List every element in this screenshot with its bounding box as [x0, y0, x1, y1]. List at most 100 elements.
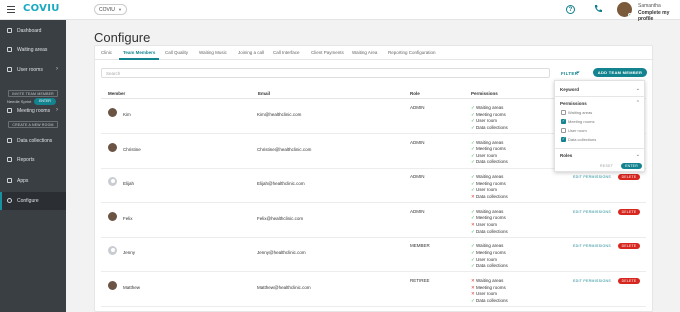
- permission-item: ✓User room: [471, 153, 497, 159]
- invite-team-member-button[interactable]: INVITE TEAM MEMBER: [8, 90, 58, 97]
- sidebar-item-dashboard[interactable]: Dashboard: [0, 24, 66, 38]
- user-avatar[interactable]: [617, 2, 632, 17]
- tab-call-quality[interactable]: Call Quality: [165, 50, 188, 55]
- filter-enter-button[interactable]: ENTER: [621, 163, 642, 169]
- tab-reporting-configuration[interactable]: Reporting Configuration: [388, 50, 436, 55]
- filter-permissions-label[interactable]: Permissions: [560, 101, 587, 106]
- chevron-right-icon: ›: [56, 107, 58, 113]
- delete-button[interactable]: DELETE: [618, 278, 640, 284]
- help-icon[interactable]: ?: [566, 5, 575, 14]
- permission-item: ✓User room: [471, 118, 497, 124]
- tab-joining-a-call[interactable]: Joining a call: [238, 50, 264, 55]
- app-logo[interactable]: COVIU: [23, 3, 60, 14]
- delete-button[interactable]: DELETE: [618, 174, 640, 181]
- chevron-down-icon[interactable]: ⌄: [636, 152, 640, 158]
- member-email: Christine@healthclinic.com: [257, 146, 312, 152]
- delete-button[interactable]: DELETE: [618, 243, 640, 250]
- filter-panel: Keyword ⌄ Permissions ⌃ Waiting areas Me…: [554, 80, 646, 172]
- member-name: Matthew: [123, 285, 141, 290]
- clinic-selector[interactable]: COVIU ▼: [94, 4, 127, 15]
- edit-permissions-link[interactable]: EDIT PERMISSIONS: [573, 244, 611, 248]
- permission-item: ✓Meeting rooms: [471, 112, 506, 118]
- sidebar-item-label: Configure: [17, 198, 39, 204]
- chevron-down-icon: ▼: [118, 7, 122, 12]
- permission-item: ✓Waiting areas: [471, 243, 503, 249]
- checkbox[interactable]: [561, 128, 566, 133]
- member-role: ADMIN: [410, 139, 425, 145]
- sidebar-item-label: Dashboard: [17, 28, 42, 34]
- permission-label: Data collections: [476, 193, 508, 199]
- filter-option-label: Meeting rooms: [568, 119, 595, 124]
- filter-reset-button[interactable]: RESET: [600, 164, 613, 168]
- sidebar-item-configure[interactable]: Configure: [0, 192, 66, 210]
- sidebar-item-meeting-rooms[interactable]: Meeting rooms ›: [0, 104, 66, 118]
- permission-item: ✕Data collections: [471, 194, 508, 200]
- permission-item: ✓Data collections: [471, 263, 508, 269]
- sidebar-item-user-rooms[interactable]: User rooms ›: [0, 63, 66, 77]
- member-role: ADMIN: [410, 174, 425, 180]
- edit-permissions-link[interactable]: EDIT PERMISSIONS: [573, 210, 611, 214]
- table-row: Felix Felix@healthclinic.com ADMIN ✓Waiting…: [101, 204, 646, 238]
- member-email: Kim@healthclinic.com: [257, 112, 302, 117]
- avatar: [108, 177, 117, 187]
- tab-call-interface[interactable]: Call Interface: [273, 50, 300, 55]
- create-room-button[interactable]: CREATE A NEW ROOM: [8, 121, 58, 128]
- add-team-member-button[interactable]: ADD TEAM MEMBER: [593, 68, 647, 77]
- permission-label: Data collections: [476, 159, 508, 165]
- reports-icon: [7, 157, 12, 162]
- permission-label: User room: [476, 221, 498, 227]
- table-row: Jenny Jenny@healthclinic.com MEMBER ✓Waitin…: [101, 238, 646, 273]
- tab-clinic[interactable]: Clinic: [101, 50, 112, 55]
- permission-label: Meeting rooms: [476, 180, 506, 186]
- sidebar-item-reports[interactable]: Reports: [0, 153, 66, 167]
- tab-waiting-music[interactable]: Waiting Music: [199, 50, 227, 55]
- edit-permissions-link[interactable]: EDIT PERMISSIONS: [573, 279, 611, 283]
- tab-client-payments[interactable]: Client Payments: [311, 50, 344, 55]
- tab-waiting-area[interactable]: Waiting Area: [352, 50, 377, 55]
- sidebar-item-waiting-areas[interactable]: Waiting areas: [0, 43, 66, 57]
- tab-team-members[interactable]: Team Members: [123, 50, 155, 55]
- complete-profile-link[interactable]: Complete my profile: [638, 10, 680, 22]
- search-input[interactable]: Search: [101, 68, 550, 78]
- meeting-rooms-icon: [7, 108, 12, 113]
- configure-card: Clinic Team Members Call Quality Waiting…: [94, 45, 654, 312]
- filter-option-data-collections[interactable]: Data collections: [561, 136, 596, 142]
- column-header-email: Email: [258, 91, 271, 96]
- edit-permissions-link[interactable]: EDIT PERMISSIONS: [573, 175, 611, 179]
- filter-option-user-room[interactable]: User room: [561, 128, 587, 133]
- filter-option-label: Waiting areas: [568, 110, 593, 115]
- permission-item: ✓Waiting areas: [471, 209, 503, 215]
- filter-roles-label[interactable]: Roles: [560, 153, 572, 158]
- chevron-down-icon[interactable]: ⌄: [636, 86, 640, 92]
- sidebar: Dashboard Waiting areas User rooms › Nee…: [0, 20, 66, 312]
- member-role: MEMBER: [410, 243, 430, 249]
- menu-icon[interactable]: [7, 6, 15, 13]
- delete-button[interactable]: DELETE: [618, 208, 640, 215]
- permission-item: ✓User room: [471, 187, 497, 193]
- checkbox[interactable]: [561, 136, 566, 142]
- filter-icon[interactable]: ⏷: [576, 70, 580, 76]
- permission-item: ✓Data collections: [471, 125, 508, 131]
- filter-option-waiting-areas[interactable]: Waiting areas: [561, 110, 592, 115]
- permission-item: ✓Meeting rooms: [471, 250, 506, 256]
- clinic-selector-label: COVIU: [99, 7, 115, 13]
- active-tab-indicator: [119, 58, 159, 60]
- avatar: [108, 211, 117, 221]
- permission-label: User room: [476, 187, 498, 193]
- permission-label: User room: [476, 291, 498, 297]
- permission-item: ✓Data collections: [471, 229, 508, 235]
- column-header-permissions: Permissions: [471, 91, 498, 96]
- permission-item: ✓Meeting rooms: [471, 215, 506, 221]
- permission-label: Meeting rooms: [476, 111, 506, 117]
- sidebar-item-data-collections[interactable]: Data collections: [0, 134, 66, 148]
- filter-keyword-label[interactable]: Keyword: [560, 87, 579, 92]
- divider: [555, 148, 646, 149]
- user-name: Samantha: [638, 3, 661, 9]
- chevron-right-icon: ›: [56, 66, 58, 72]
- checkbox[interactable]: [561, 110, 566, 115]
- checkbox[interactable]: [561, 118, 566, 124]
- chevron-up-icon[interactable]: ⌃: [636, 100, 640, 106]
- sidebar-item-apps[interactable]: Apps: [0, 174, 66, 188]
- filter-option-meeting-rooms[interactable]: Meeting rooms: [561, 118, 595, 124]
- phone-icon[interactable]: [593, 4, 603, 14]
